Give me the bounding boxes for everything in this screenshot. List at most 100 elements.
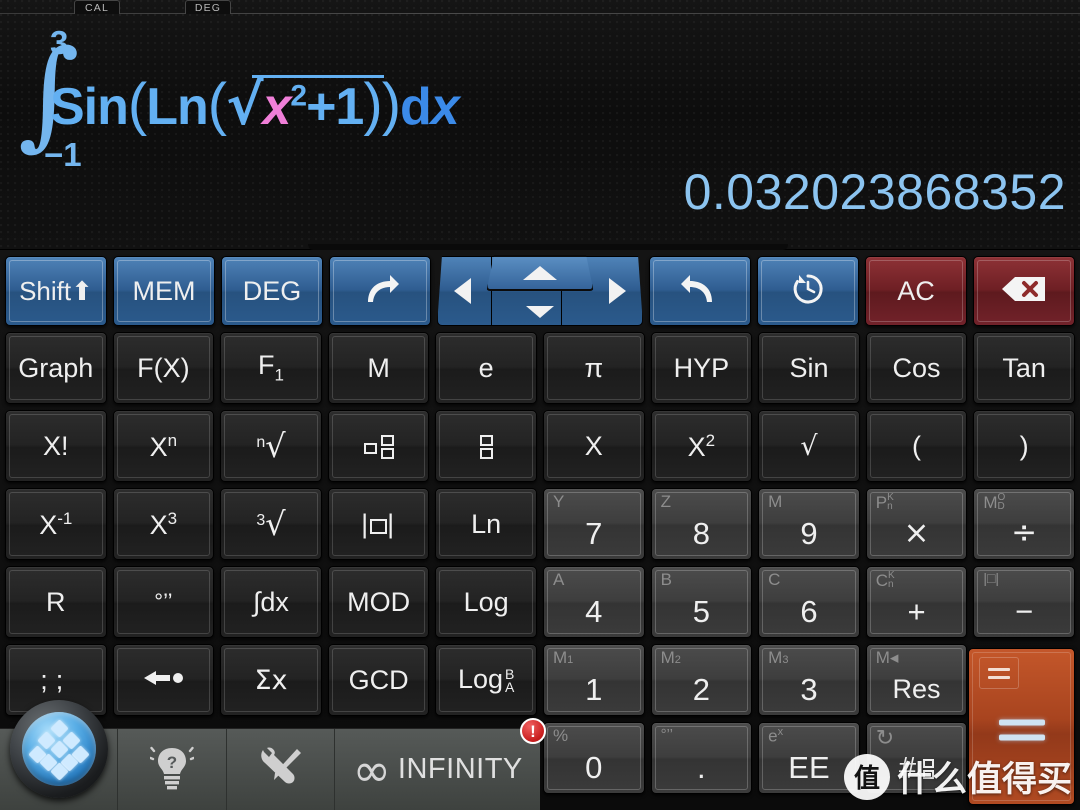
decimal-key[interactable]: °’’.: [650, 722, 753, 794]
ee-key-shift-label: ex: [768, 726, 784, 746]
five-key[interactable]: B5: [650, 566, 753, 638]
integral-key[interactable]: ∫dx: [220, 566, 322, 638]
one-key-shift-label: M1: [552, 648, 574, 667]
six-key[interactable]: C6: [758, 566, 860, 638]
history-key[interactable]: [757, 256, 860, 326]
dms-key[interactable]: °’’: [112, 566, 215, 638]
fx-key[interactable]: F(X): [112, 332, 215, 404]
one-key-label: 1: [585, 671, 603, 707]
sigma-x-key-label: Σx: [254, 664, 288, 696]
fraction-key[interactable]: [435, 410, 537, 482]
seven-key[interactable]: Y7: [542, 488, 645, 560]
res-key[interactable]: M◂ Res: [865, 644, 968, 716]
zero-key[interactable]: % 0: [542, 722, 645, 794]
refresh-icon: ↻: [875, 725, 895, 750]
four-key[interactable]: A4: [542, 566, 645, 638]
pi-key-label: π: [584, 352, 604, 383]
x-power-n-key[interactable]: Xn: [112, 410, 215, 482]
nine-key[interactable]: M9: [758, 488, 860, 560]
cos-key[interactable]: Cos: [865, 332, 968, 404]
pi-key[interactable]: π: [542, 332, 645, 404]
fx-key-label: F(X): [137, 352, 190, 383]
formula-expression[interactable]: ∫ 3 −1 Sin(Ln(√ x2+1))dx: [16, 16, 1070, 176]
key-cell: DEG: [218, 253, 326, 329]
keypad-row-1: Shift⬆ MEM DEG AC: [2, 253, 1078, 329]
shift-key[interactable]: Shift⬆: [5, 256, 107, 326]
backspace-key[interactable]: [973, 256, 1076, 326]
alert-badge[interactable]: !: [520, 718, 546, 744]
home-button[interactable]: [10, 700, 108, 798]
mem-key[interactable]: MEM: [113, 256, 215, 326]
f1-key[interactable]: F1: [220, 332, 322, 404]
hyp-key[interactable]: HYP: [650, 332, 753, 404]
store-key[interactable]: [112, 644, 215, 716]
graph-key[interactable]: Graph: [5, 332, 107, 404]
gcd-key-label: GCD: [348, 664, 409, 695]
key-cell: MEM: [110, 253, 218, 329]
one-key[interactable]: M1 1: [542, 644, 645, 716]
ac-key[interactable]: AC: [865, 256, 968, 326]
help-button[interactable]: ?: [118, 729, 227, 810]
x-var-key-label: X: [584, 430, 603, 461]
formula-paren-close-2: ): [381, 72, 401, 137]
infinity-brand[interactable]: ∞ INFINITY: [335, 729, 540, 810]
e-key[interactable]: e: [435, 332, 537, 404]
mod-key-label: MOD: [347, 586, 411, 617]
divide-key-shift-label: MO D: [983, 492, 1006, 512]
x-inverse-key[interactable]: X-1: [5, 488, 107, 560]
eight-key[interactable]: Z8: [650, 488, 753, 560]
tan-key[interactable]: Tan: [973, 332, 1075, 404]
three-key[interactable]: M3 3: [758, 644, 860, 716]
backspace-icon: [1000, 274, 1048, 309]
mod-key[interactable]: MOD: [327, 566, 430, 638]
log-key-label: Log: [463, 586, 509, 617]
x-var-key[interactable]: X: [542, 410, 645, 482]
deg-key[interactable]: DEG: [221, 256, 323, 326]
x-cubed-key[interactable]: X3: [112, 488, 215, 560]
multiply-shift-bottom: n: [887, 501, 893, 512]
sqrt-key[interactable]: √: [758, 410, 860, 482]
formula-differential-var: x: [430, 78, 460, 136]
m-key[interactable]: M: [327, 332, 430, 404]
tab-cal[interactable]: CAL: [74, 0, 120, 14]
separator-icon: ;;: [40, 664, 72, 695]
tools-button[interactable]: [227, 729, 336, 810]
plus-key[interactable]: CK n +: [865, 566, 968, 638]
sin-key[interactable]: Sin: [758, 332, 860, 404]
undo-key[interactable]: [649, 256, 752, 326]
close-paren-key[interactable]: ): [973, 410, 1075, 482]
nth-root-key[interactable]: n√: [220, 410, 322, 482]
decimal-key-label: .: [697, 749, 706, 785]
log-base-key[interactable]: Log B A: [435, 644, 537, 716]
mixed-fraction-key[interactable]: [327, 410, 430, 482]
redo-key[interactable]: [329, 256, 431, 326]
factorial-key[interactable]: X!: [5, 410, 107, 482]
log-key[interactable]: Log: [435, 566, 537, 638]
open-paren-key[interactable]: (: [865, 410, 968, 482]
e-key-label: e: [478, 352, 494, 383]
absolute-value-key[interactable]: | |: [327, 488, 430, 560]
x-squared-base: X: [687, 431, 706, 462]
gcd-key[interactable]: GCD: [327, 644, 430, 716]
nav-up-button[interactable]: [486, 255, 594, 292]
zero-key-shift-label: %: [552, 726, 569, 745]
arrow-down-icon[interactable]: [526, 306, 555, 318]
two-key[interactable]: M2 2: [650, 644, 753, 716]
tab-deg[interactable]: DEG: [185, 0, 231, 14]
x-squared-key[interactable]: X2: [650, 410, 753, 482]
ln-key[interactable]: Ln: [435, 488, 537, 560]
f1-key-label: F: [258, 350, 275, 381]
minus-key[interactable]: |□| −: [973, 566, 1075, 638]
r-key[interactable]: R: [5, 566, 107, 638]
formula-radical: √ x2+1: [226, 73, 385, 138]
divide-key[interactable]: MO D ÷: [973, 488, 1075, 560]
keypad-row-3: X! Xn n√ X X2 √ ( ): [2, 407, 1078, 485]
store-arrow-icon: [140, 667, 186, 694]
formula-paren-open-1: (: [127, 72, 147, 137]
sigma-x-key[interactable]: Σx: [220, 644, 322, 716]
cube-root-key[interactable]: 3√: [220, 488, 322, 560]
nth-root-icon: n√: [256, 427, 286, 465]
multiply-key-label: ×: [903, 514, 930, 551]
multiply-key[interactable]: PK n ×: [865, 488, 968, 560]
key-cell: [646, 253, 754, 329]
